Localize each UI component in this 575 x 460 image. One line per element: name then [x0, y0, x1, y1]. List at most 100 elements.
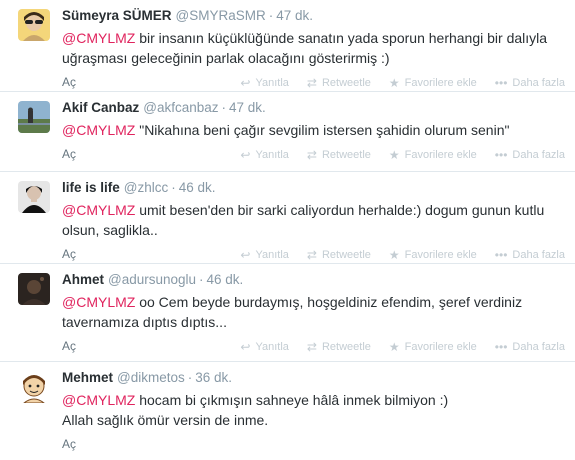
reply-label: Yanıtla — [255, 77, 289, 89]
favorite-button[interactable]: ★ Favorilere ekle — [389, 76, 477, 90]
tweet-text-line1: hocam bi çıkmışın sahneye hâlâ inmek bil… — [135, 392, 449, 408]
expand-link[interactable]: Aç — [62, 147, 76, 161]
mention-link[interactable]: @CMYLMZ — [62, 122, 135, 138]
retweet-icon: ⇄ — [306, 76, 317, 90]
retweet-button[interactable]: ⇄ Retweetle — [307, 340, 371, 354]
more-button[interactable]: ••• Daha fazla — [495, 248, 565, 262]
tweet-footer: Aç — [62, 430, 575, 460]
tweet-text-line2: uğraşması geleceğinin parlak olacağını g… — [62, 50, 390, 66]
favorite-button[interactable]: ★ Favorilere ekle — [389, 248, 477, 262]
tweet-text-line1: oo Cem beyde burdaymış, hoşgeldiniz efen… — [135, 294, 523, 310]
expand-link[interactable]: Aç — [62, 339, 76, 353]
reply-label: Yanıtla — [255, 341, 289, 353]
avatar[interactable] — [18, 181, 50, 213]
expand-link[interactable]: Aç — [62, 437, 76, 451]
more-button[interactable]: ••• Daha fazla — [495, 340, 565, 354]
tweet-text-line2: Allah sağlık ömür versin de inme. — [62, 412, 269, 428]
favorite-button[interactable]: ★ Favorilere ekle — [389, 340, 477, 354]
reply-button[interactable]: ↩ Yanıtla — [240, 248, 289, 262]
star-icon: ★ — [388, 76, 400, 90]
tweet-text: @CMYLMZ hocam bi çıkmışın sahneye hâlâ i… — [62, 390, 575, 430]
retweet-icon: ⇄ — [306, 340, 317, 354]
tweet[interactable]: life is life @zhlcc · 46 dk. @CMYLMZ umit b… — [0, 172, 575, 264]
favorite-label: Favorilere ekle — [404, 77, 477, 89]
reply-label: Yanıtla — [255, 149, 289, 161]
tweet-text: @CMYLMZ bir insanın küçüklüğünde sanatın… — [62, 28, 575, 68]
tweet[interactable]: Akif Canbaz @akfcanbaz · 47 dk. @CMYLMZ "Ni… — [0, 92, 575, 172]
more-label: Daha fazla — [512, 77, 565, 89]
tweet-header: Sümeyra SÜMER @SMYRaSMR · 47 dk. — [62, 7, 575, 25]
reply-button[interactable]: ↩ Yanıtla — [240, 76, 289, 90]
retweet-label: Retweetle — [321, 77, 371, 89]
reply-icon: ↩ — [240, 76, 251, 90]
username[interactable]: @SMYRaSMR — [176, 8, 266, 23]
tweet[interactable]: Sümeyra SÜMER @SMYRaSMR · 47 dk. @CMYLMZ bi… — [0, 0, 575, 92]
fullname[interactable]: Ahmet — [62, 272, 104, 287]
retweet-button[interactable]: ⇄ Retweetle — [307, 76, 371, 90]
tweet-footer: Aç ↩ Yanıtla ⇄ Retweetle ★ Favorilere ekle … — [62, 140, 575, 170]
star-icon: ★ — [388, 340, 400, 354]
fullname[interactable]: life is life — [62, 180, 120, 195]
timestamp[interactable]: 47 dk. — [229, 100, 266, 115]
star-icon: ★ — [388, 248, 400, 262]
tweet[interactable]: Mehmet @dikmetos · 36 dk. @CMYLMZ hocam bi … — [0, 362, 575, 457]
mention-link[interactable]: @CMYLMZ — [62, 392, 135, 408]
reply-button[interactable]: ↩ Yanıtla — [240, 148, 289, 162]
avatar[interactable] — [18, 371, 50, 403]
tweet-text: @CMYLMZ umit besen'den bir sarki caliyor… — [62, 200, 575, 240]
more-icon: ••• — [494, 76, 508, 90]
reply-button[interactable]: ↩ Yanıtla — [240, 340, 289, 354]
retweet-icon: ⇄ — [306, 248, 317, 262]
tweet-text-line2: tavernamıza dıptıs dıptıs... — [62, 314, 227, 330]
retweet-button[interactable]: ⇄ Retweetle — [307, 248, 371, 262]
fullname[interactable]: Akif Canbaz — [62, 100, 139, 115]
more-icon: ••• — [494, 148, 508, 162]
more-icon: ••• — [494, 248, 508, 262]
more-button[interactable]: ••• Daha fazla — [495, 76, 565, 90]
timestamp[interactable]: 46 dk. — [179, 180, 216, 195]
tweet[interactable]: Ahmet @adursunoglu · 46 dk. @CMYLMZ oo Cem … — [0, 264, 575, 362]
tweet-header: Akif Canbaz @akfcanbaz · 47 dk. — [62, 99, 575, 117]
retweet-label: Retweetle — [321, 341, 371, 353]
expand-link[interactable]: Aç — [62, 75, 76, 89]
timestamp[interactable]: 47 dk. — [276, 8, 313, 23]
username[interactable]: @akfcanbaz — [143, 100, 218, 115]
more-label: Daha fazla — [512, 149, 565, 161]
timestamp[interactable]: 36 dk. — [195, 370, 232, 385]
retweet-icon: ⇄ — [306, 148, 317, 162]
favorite-label: Favorilere ekle — [404, 341, 477, 353]
avatar[interactable] — [18, 9, 50, 41]
tweet-header: Ahmet @adursunoglu · 46 dk. — [62, 271, 575, 289]
avatar[interactable] — [18, 101, 50, 133]
fullname[interactable]: Mehmet — [62, 370, 113, 385]
separator: · — [268, 8, 274, 23]
separator: · — [187, 370, 193, 385]
reply-icon: ↩ — [240, 248, 251, 262]
tweet-text-line2: olsun, saglikla.. — [62, 222, 158, 238]
username[interactable]: @adursunoglu — [108, 272, 196, 287]
more-icon: ••• — [494, 340, 508, 354]
fullname[interactable]: Sümeyra SÜMER — [62, 8, 172, 23]
username[interactable]: @dikmetos — [117, 370, 185, 385]
tweet-actions: ↩ Yanıtla ⇄ Retweetle ★ Favorilere ekle •••… — [222, 148, 565, 162]
reply-icon: ↩ — [240, 148, 251, 162]
username[interactable]: @zhlcc — [124, 180, 168, 195]
tweet-text-line1: bir insanın küçüklüğünde sanatın yada sp… — [135, 30, 548, 46]
mention-link[interactable]: @CMYLMZ — [62, 202, 135, 218]
tweet-actions: ↩ Yanıtla ⇄ Retweetle ★ Favorilere ekle •••… — [222, 76, 565, 90]
favorite-label: Favorilere ekle — [404, 149, 477, 161]
timeline: Sümeyra SÜMER @SMYRaSMR · 47 dk. @CMYLMZ bi… — [0, 0, 575, 457]
favorite-button[interactable]: ★ Favorilere ekle — [389, 148, 477, 162]
tweet-actions: ↩ Yanıtla ⇄ Retweetle ★ Favorilere ekle •••… — [222, 340, 565, 354]
retweet-label: Retweetle — [321, 149, 371, 161]
retweet-button[interactable]: ⇄ Retweetle — [307, 148, 371, 162]
separator: · — [221, 100, 227, 115]
more-label: Daha fazla — [512, 341, 565, 353]
expand-link[interactable]: Aç — [62, 247, 76, 261]
timestamp[interactable]: 46 dk. — [207, 272, 244, 287]
more-button[interactable]: ••• Daha fazla — [495, 148, 565, 162]
mention-link[interactable]: @CMYLMZ — [62, 30, 135, 46]
mention-link[interactable]: @CMYLMZ — [62, 294, 135, 310]
avatar[interactable] — [18, 273, 50, 305]
favorite-label: Favorilere ekle — [404, 249, 477, 261]
